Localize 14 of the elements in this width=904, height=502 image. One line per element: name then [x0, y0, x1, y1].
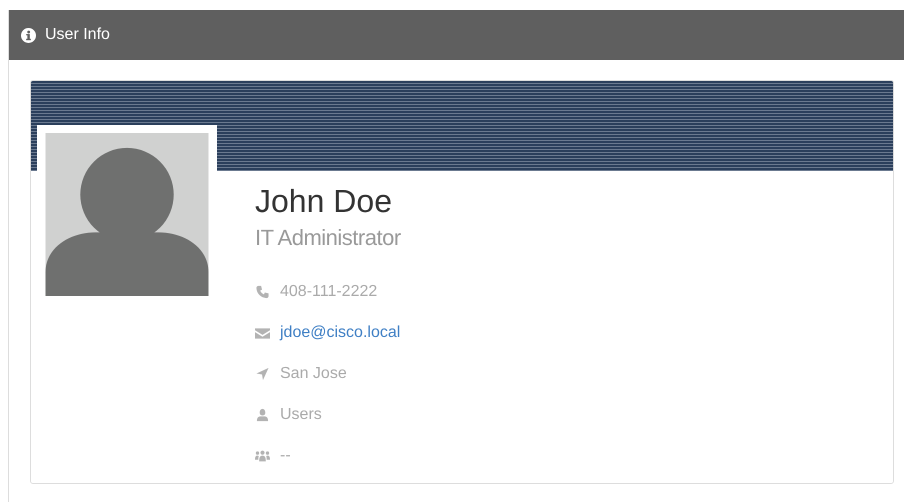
user-icon	[255, 408, 270, 422]
panel-title: User Info	[45, 26, 110, 44]
detail-text: San Jose	[280, 364, 347, 382]
detail-text: Users	[280, 406, 322, 424]
location-arrow-icon	[255, 366, 270, 380]
detail-text: 408-111-2222	[280, 282, 378, 300]
detail-text: --	[280, 446, 291, 464]
user-name: John Doe	[255, 183, 393, 221]
email-link[interactable]: jdoe@cisco.local	[280, 324, 400, 342]
envelope-icon	[255, 326, 270, 340]
group-icon	[255, 448, 270, 462]
job-title: IT Administrator	[255, 225, 401, 252]
phone-icon	[255, 284, 270, 298]
info-icon	[21, 28, 36, 42]
